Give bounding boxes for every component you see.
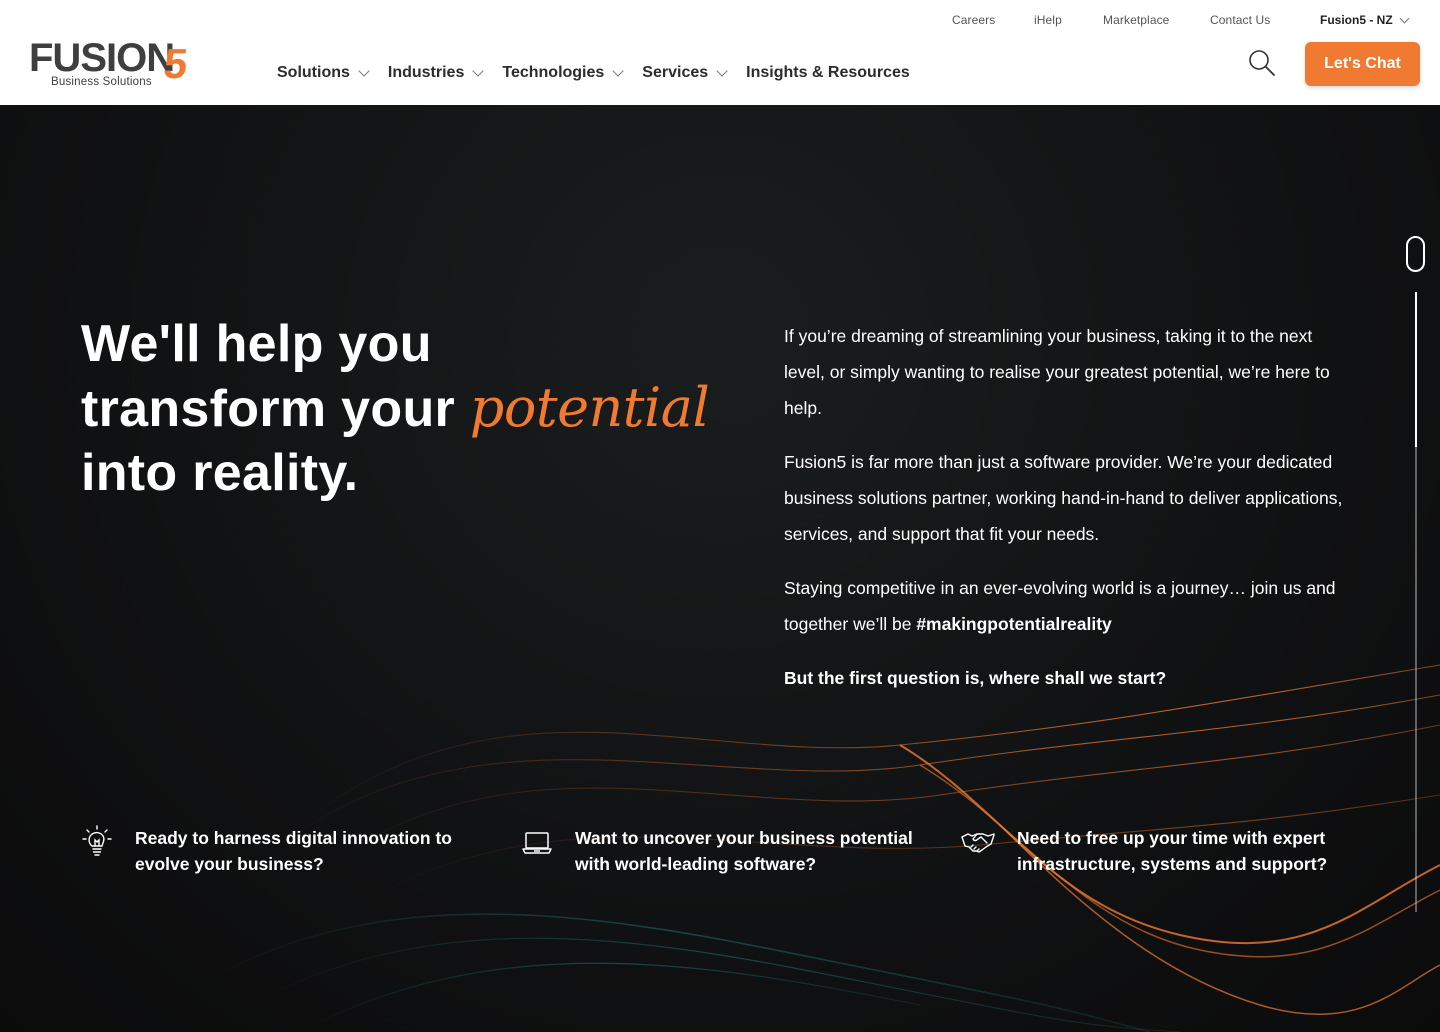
nav-solutions-label: Solutions	[277, 64, 350, 81]
intro-paragraph: If you’re dreaming of streamlining your …	[784, 326, 1330, 418]
nav-services[interactable]: Services	[642, 62, 728, 84]
careers-link[interactable]: Careers	[952, 13, 995, 27]
search-button[interactable]	[1248, 49, 1276, 77]
nav-industries-label: Industries	[387, 64, 465, 81]
marketplace-link[interactable]: Marketplace	[1103, 13, 1169, 27]
feature-software-text: Want to uncover your business potential …	[575, 828, 913, 874]
hero-section: We'll help you transform your potential …	[0, 105, 1440, 1032]
logo-tagline: Business Solutions	[51, 76, 152, 88]
feature-digital-innovation-text: Ready to harness digital innovation to e…	[135, 828, 452, 874]
region-label: Fusion5 - NZ	[1320, 13, 1393, 27]
fusion5-logo[interactable]: FUSION 5 Business Solutions	[29, 38, 199, 92]
nav-insights-label: Insights & Resources	[746, 64, 910, 81]
journey-paragraph: Staying competitive in an ever-evolving …	[784, 570, 1344, 642]
chevron-down-icon	[472, 64, 485, 77]
logo-wordmark: FUSION	[29, 36, 175, 80]
feature-software[interactable]: Want to uncover your business potential …	[521, 825, 941, 885]
chevron-down-icon	[358, 64, 370, 77]
nav-industries[interactable]: Industries	[387, 62, 485, 84]
chevron-down-icon	[612, 64, 624, 77]
laptop-icon	[522, 832, 552, 854]
logo-five: 5	[161, 40, 190, 87]
site-header: FUSION 5 Business Solutions Careers iHel…	[0, 0, 1440, 105]
lightbulb-icon	[82, 825, 112, 856]
scroll-mouse-icon[interactable]	[1406, 236, 1425, 272]
lets-chat-button[interactable]: Let's Chat	[1305, 42, 1420, 86]
utility-nav: Careers iHelp Marketplace Contact Us Fus…	[0, 13, 1440, 29]
main-nav: Solutions Industries Technologies Servic…	[277, 62, 930, 84]
headline-line-1: We'll help you	[81, 315, 432, 373]
headline-line-3: into reality.	[81, 444, 359, 502]
contact-us-link[interactable]: Contact Us	[1210, 13, 1270, 27]
headline-script-word: potential	[469, 376, 710, 439]
chevron-down-icon	[1399, 13, 1410, 23]
feature-digital-innovation[interactable]: Ready to harness digital innovation to e…	[81, 825, 481, 885]
hero-body-copy: If you’re dreaming of streamlining your …	[784, 318, 1344, 714]
feature-infrastructure[interactable]: Need to free up your time with expert in…	[961, 825, 1361, 885]
region-selector[interactable]: Fusion5 - NZ	[1320, 13, 1410, 27]
start-question: But the first question is, where shall w…	[784, 668, 1167, 688]
partner-paragraph: Fusion5 is far more than just a software…	[784, 452, 1343, 544]
feature-infrastructure-text: Need to free up your time with expert in…	[1017, 828, 1328, 874]
nav-services-label: Services	[642, 64, 709, 81]
headline-line-2: transform your	[81, 380, 456, 438]
scroll-progress-thumb	[1415, 292, 1417, 447]
handshake-icon	[961, 833, 995, 853]
nav-insights-resources[interactable]: Insights & Resources	[746, 62, 910, 84]
hero-headline: We'll help you transform your potential …	[81, 312, 721, 505]
nav-technologies-label: Technologies	[502, 64, 605, 81]
nav-technologies[interactable]: Technologies	[502, 62, 624, 84]
nav-solutions[interactable]: Solutions	[277, 62, 370, 84]
chevron-down-icon	[716, 64, 728, 77]
search-icon	[1249, 50, 1275, 76]
hashtag: #makingpotentialreality	[916, 614, 1112, 634]
ihelp-link[interactable]: iHelp	[1034, 13, 1062, 27]
